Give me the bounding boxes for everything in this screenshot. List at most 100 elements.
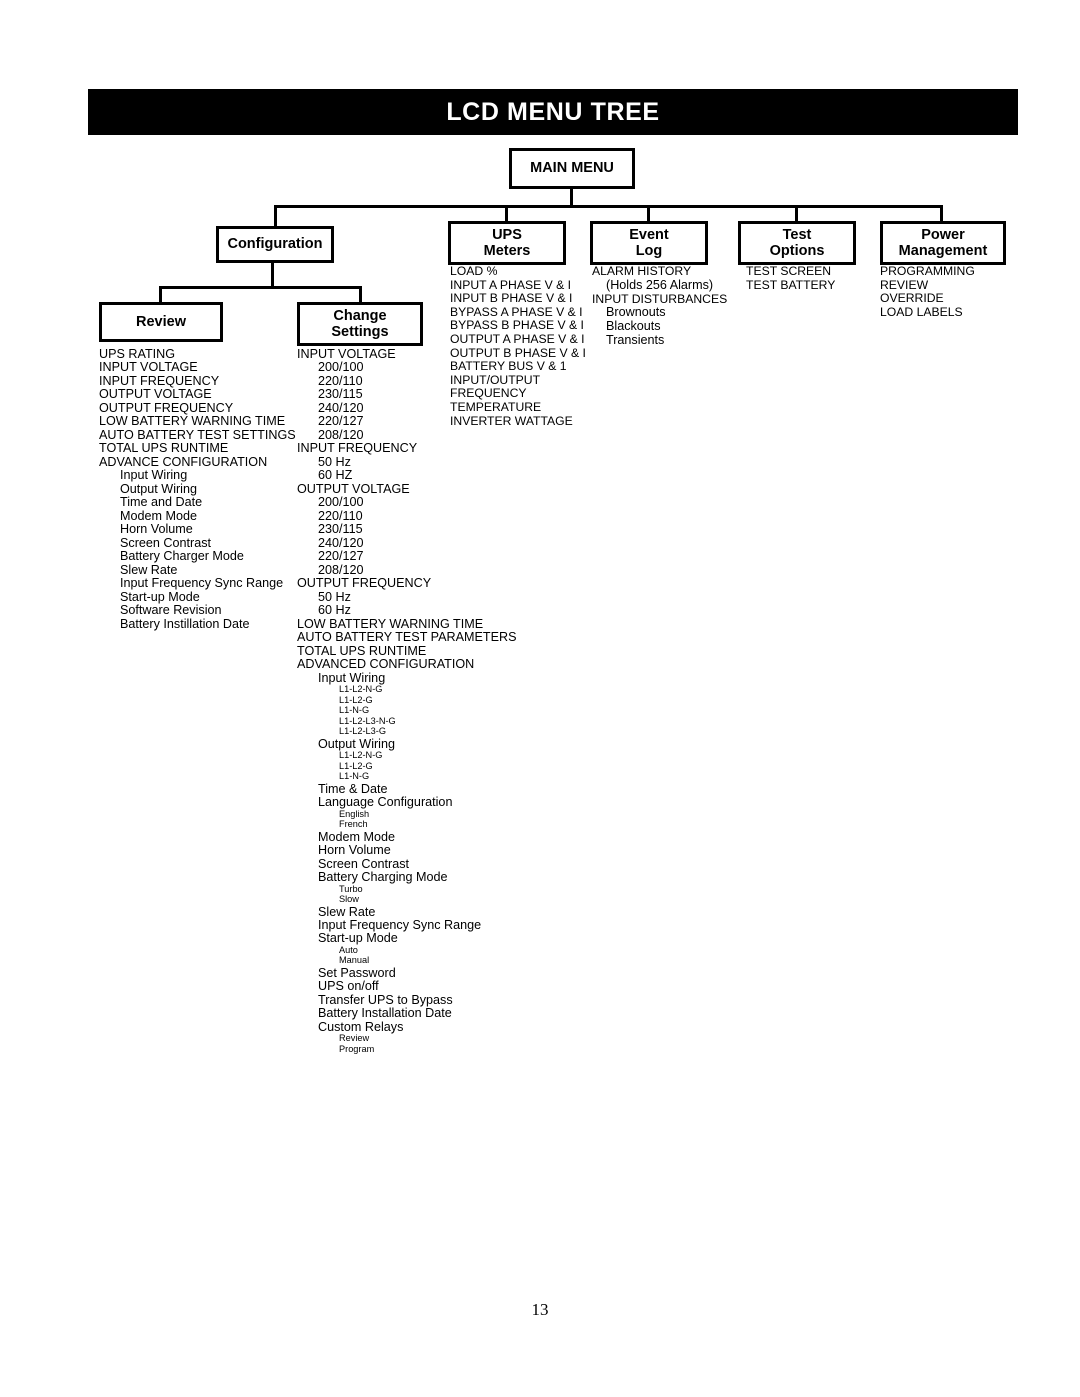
menu-item: Set Password	[318, 965, 396, 980]
menu-item: Transients	[606, 333, 665, 348]
menu-item: BYPASS B PHASE V & I	[450, 318, 584, 333]
menu-item: AUTO BATTERY TEST SETTINGS	[99, 427, 296, 442]
menu-item: 220/110	[318, 508, 363, 523]
menu-item: Battery Charger Mode	[120, 549, 244, 564]
node-main-menu[interactable]: MAIN MENU	[509, 148, 635, 189]
menu-item: 208/120	[318, 427, 364, 442]
node-review[interactable]: Review	[99, 302, 223, 342]
menu-item: 220/127	[318, 549, 364, 564]
node-change-settings[interactable]: Change Settings	[297, 302, 423, 346]
menu-item: TEST SCREEN	[746, 264, 832, 278]
menu-item: L1-N-G	[339, 705, 370, 716]
menu-item: ADVANCE CONFIGURATION	[99, 454, 268, 469]
lcd-menu-tree-page: LCD MENU TREE MAIN MENU Configuration UP…	[0, 0, 1080, 1397]
menu-item: Time and Date	[120, 495, 203, 510]
menu-item: ALARM HISTORY	[592, 264, 692, 278]
menu-item: (Holds 256 Alarms)	[606, 277, 714, 292]
menu-item: Start-up Mode	[120, 589, 200, 604]
menu-item: UPS on/off	[318, 979, 379, 994]
menu-item: FREQUENCY	[450, 386, 527, 401]
menu-item: Software Revision	[120, 603, 222, 618]
node-ups-meters-label-line2: Meters	[483, 243, 531, 259]
menu-item: L1-L2-N-G	[339, 684, 383, 695]
node-power-management[interactable]: Power Management	[880, 221, 1006, 265]
menu-item: PROGRAMMING	[880, 264, 975, 278]
menu-item: Output Wiring	[318, 736, 395, 751]
menu-item: Input Frequency Sync Range	[120, 576, 284, 591]
menu-item: Battery Installation Date	[318, 1006, 452, 1021]
menu-item: INPUT VOLTAGE	[99, 360, 198, 375]
page-number: 13	[531, 1300, 549, 1319]
menu-item: Modem Mode	[318, 829, 395, 844]
menu-item: 230/115	[318, 522, 363, 537]
menu-item: OVERRIDE	[880, 291, 944, 306]
connector-configuration-bus	[159, 286, 362, 289]
menu-item: 50 Hz	[318, 589, 351, 604]
node-ups-meters[interactable]: UPS Meters	[448, 221, 566, 265]
node-event-log[interactable]: Event Log	[590, 221, 708, 265]
node-change-settings-label-line2: Settings	[331, 324, 389, 340]
node-test-options[interactable]: Test Options	[738, 221, 856, 265]
menu-item: INPUT DISTURBANCES	[592, 291, 728, 306]
connector-main-stem	[570, 189, 573, 205]
node-test-options-label-line2: Options	[769, 243, 825, 259]
menu-item: UPS RATING	[99, 347, 176, 361]
node-power-management-label-line2: Management	[898, 243, 988, 259]
connector-configuration-stem	[271, 263, 274, 288]
menu-item: LOW BATTERY WARNING TIME	[99, 414, 286, 429]
menu-item: L1-L2-G	[339, 694, 373, 705]
menu-item: Review	[339, 1033, 370, 1044]
menu-item: BATTERY BUS V & 1	[450, 359, 567, 374]
menu-item: Screen Contrast	[120, 535, 211, 550]
connector-drop-review	[159, 286, 162, 302]
menu-item: OUTPUT A PHASE V & I	[450, 331, 585, 346]
menu-item: TEST BATTERY	[746, 277, 836, 292]
menu-item: REVIEW	[880, 277, 929, 292]
menu-item: TOTAL UPS RUNTIME	[99, 441, 229, 456]
menu-item: Turbo	[339, 883, 363, 894]
menu-item: INPUT A PHASE V & I	[450, 277, 572, 292]
page-title: LCD MENU TREE	[446, 97, 660, 126]
menu-item: Blackouts	[606, 319, 661, 334]
menu-item: Transfer UPS to Bypass	[318, 992, 453, 1007]
node-event-log-label-line2: Log	[635, 243, 663, 259]
menu-item: INPUT FREQUENCY	[99, 373, 220, 388]
page-title-banner: LCD MENU TREE	[88, 89, 1018, 135]
list-ups-meters-items: LOAD % INPUT A PHASE V & I INPUT B PHASE V…	[450, 265, 586, 428]
menu-item: OUTPUT FREQUENCY	[297, 576, 432, 591]
list-test-options-items: TEST SCREEN TEST BATTERY	[746, 265, 835, 292]
menu-item: 200/100	[318, 495, 364, 510]
menu-item: TEMPERATURE	[450, 399, 542, 414]
menu-item: OUTPUT FREQUENCY	[99, 400, 234, 415]
menu-item: Battery Instillation Date	[120, 616, 250, 631]
connector-drop-configuration	[274, 205, 277, 226]
menu-item: Slow	[339, 894, 359, 904]
node-review-label: Review	[136, 313, 186, 330]
connector-drop-event-log	[647, 205, 650, 221]
node-configuration[interactable]: Configuration	[216, 226, 334, 263]
menu-item: Screen Contrast	[318, 856, 409, 871]
menu-item: Battery Charging Mode	[318, 870, 448, 885]
node-event-log-label-line1: Event	[629, 226, 669, 243]
menu-item: ADVANCED CONFIGURATION	[297, 657, 475, 672]
menu-item: TOTAL UPS RUNTIME	[297, 643, 427, 658]
menu-item: INPUT FREQUENCY	[297, 441, 418, 456]
node-ups-meters-label-line1: UPS	[492, 226, 522, 243]
node-change-settings-label-line1: Change	[333, 307, 387, 324]
menu-item: 60 Hz	[318, 603, 351, 618]
menu-item: Start-up Mode	[318, 931, 398, 946]
node-test-options-label-line1: Test	[782, 226, 812, 243]
menu-item: OUTPUT VOLTAGE	[297, 481, 410, 496]
connector-drop-test-options	[795, 205, 798, 221]
list-power-management-items: PROGRAMMING REVIEW OVERRIDE LOAD LABELS	[880, 265, 975, 319]
list-change-settings-items: INPUT VOLTAGE 200/100 220/110 230/115 240/12…	[297, 347, 517, 1055]
menu-item: Horn Volume	[120, 522, 193, 537]
menu-item: Slew Rate	[120, 562, 178, 577]
menu-item: LOAD %	[450, 264, 498, 278]
menu-item: Slew Rate	[318, 904, 376, 919]
node-main-menu-label: MAIN MENU	[530, 160, 614, 177]
menu-item: INPUT/OUTPUT	[450, 372, 541, 387]
menu-item: English	[339, 808, 370, 819]
menu-item: Input Frequency Sync Range	[318, 917, 482, 932]
menu-item: BYPASS A PHASE V & I	[450, 304, 583, 319]
